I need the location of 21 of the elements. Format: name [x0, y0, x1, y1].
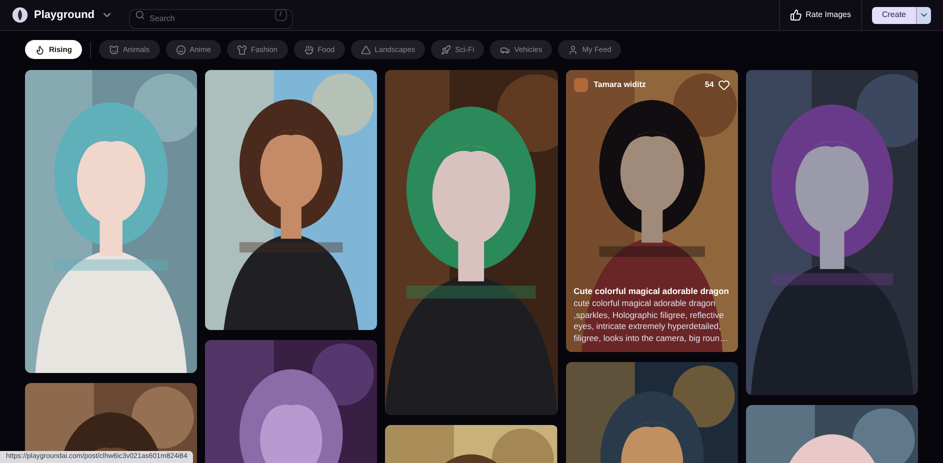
bowl-icon — [304, 44, 314, 54]
logo-text[interactable]: Playground — [34, 6, 95, 24]
create-menu-button[interactable] — [916, 6, 931, 24]
thumbs-up-icon — [790, 9, 802, 21]
user-icon — [568, 44, 578, 54]
smile-icon — [176, 44, 186, 54]
logo-icon — [12, 7, 28, 23]
like-count: 54 — [704, 79, 714, 91]
author-name[interactable]: Tamara widitz — [594, 79, 646, 91]
rate-images-button[interactable]: Rate Images — [778, 0, 862, 30]
car-icon — [500, 44, 510, 54]
shirt-icon — [236, 44, 247, 54]
triangle-icon — [360, 44, 371, 54]
flame-icon — [35, 44, 45, 54]
post-description: cute colorful magical adorable dragon ,sparkles, Holographic filigree, reflective eyes, intricate extremely hyperdetailed, filigree, looks into the camera, big roun… — [574, 298, 730, 344]
rocket-icon — [441, 44, 452, 54]
create-button[interactable]: Create — [872, 6, 916, 24]
heart-icon[interactable] — [718, 79, 730, 91]
post-title: Cute colorful magical adorable dragon — [574, 286, 730, 296]
search-icon — [134, 10, 145, 20]
cat-icon — [108, 44, 119, 54]
